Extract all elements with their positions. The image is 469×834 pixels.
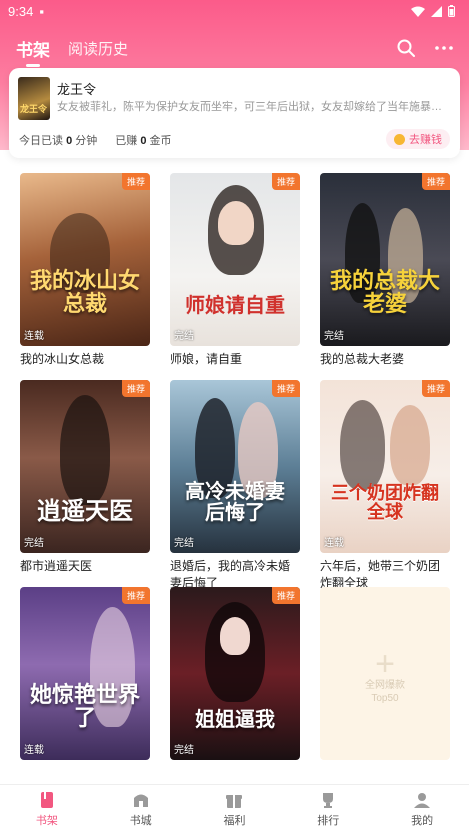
book-status: 连载 — [24, 745, 44, 756]
book-status: 完结 — [174, 331, 194, 342]
earned-coins-stat: 已赚 0 金币 — [115, 135, 172, 147]
cover-title: 我的总裁大老婆 — [329, 267, 440, 317]
cover-title: 逍遥天医 — [37, 495, 133, 525]
tab-bookshelf[interactable]: 书架 — [16, 36, 50, 61]
recommend-badge: 推荐 — [271, 173, 300, 190]
add-card-sublabel: Top50 — [371, 693, 399, 704]
earn-money-button[interactable]: 去赚钱 — [386, 129, 450, 149]
add-book-card[interactable]: + 全网爆款 Top50 — [320, 587, 450, 760]
book-status: 连载 — [24, 331, 44, 342]
nav-welfare[interactable]: 福利 — [188, 785, 282, 834]
book-cover[interactable]: 推荐 我的总裁大老婆 完结 — [320, 173, 450, 346]
bottom-navigation: 书架 书城 福利 排行 我的 — [0, 784, 469, 834]
book-cover[interactable]: 推荐 姐姐逼我 完结 — [170, 587, 300, 760]
cover-title: 三个奶团炸翻全球 — [331, 483, 439, 524]
nav-ranking[interactable]: 排行 — [281, 785, 375, 834]
nav-bookstore[interactable]: 书城 — [94, 785, 188, 834]
gift-icon — [226, 795, 243, 808]
recommend-badge: 推荐 — [121, 587, 150, 604]
sim-icon: ▪ — [39, 3, 44, 19]
book-cover[interactable]: 推荐 三个奶团炸翻全球 连载 — [320, 380, 450, 553]
wifi-icon — [411, 6, 425, 17]
book-title: 我的总裁大老婆 — [320, 352, 405, 366]
recommend-badge: 推荐 — [271, 587, 300, 604]
cover-title: 她惊艳世界了 — [29, 681, 140, 731]
book-status: 完结 — [324, 331, 344, 342]
cover-title: 高冷未婚妻后悔了 — [185, 479, 285, 524]
recommend-badge: 推荐 — [271, 380, 300, 397]
book-item[interactable]: 推荐 三个奶团炸翻全球 连载 六年后，她带三个奶团炸翻全球 — [320, 380, 450, 590]
book-cover[interactable]: 推荐 逍遥天医 完结 — [20, 380, 150, 553]
cover-title: 我的冰山女总裁 — [29, 267, 140, 317]
book-cover[interactable]: 推荐 我的冰山女总裁 连载 — [20, 173, 150, 346]
recommend-badge: 推荐 — [121, 380, 150, 397]
bookshelf-grid: 推荐 我的冰山女总裁 连载 我的冰山女总裁 推荐 师娘请自重 完结 师娘，请自重… — [20, 173, 450, 794]
book-cover[interactable]: 推荐 师娘请自重 完结 — [170, 173, 300, 346]
book-title: 我的冰山女总裁 — [20, 352, 105, 366]
book-title: 都市逍遥天医 — [20, 559, 93, 573]
trophy-icon — [323, 793, 334, 808]
book-cover[interactable]: 推荐 高冷未婚妻后悔了 完结 — [170, 380, 300, 553]
tab-reading-history[interactable]: 阅读历史 — [68, 38, 128, 59]
cover-title: 姐姐逼我 — [195, 707, 275, 731]
top-navigation: 书架 阅读历史 — [0, 30, 469, 66]
book-cover[interactable]: 推荐 她惊艳世界了 连载 — [20, 587, 150, 760]
book-status: 完结 — [174, 745, 194, 756]
signal-icon — [431, 5, 442, 17]
search-icon[interactable] — [397, 39, 415, 57]
battery-icon — [448, 5, 455, 17]
recent-book-cover[interactable]: 龙王令 — [18, 77, 50, 120]
book-title: 师娘，请自重 — [170, 352, 243, 366]
book-item[interactable]: 推荐 我的总裁大老婆 完结 我的总裁大老婆 — [320, 173, 450, 380]
reading-stats: 今日已读 0 分钟 已赚 0 金币 — [19, 132, 172, 148]
more-icon[interactable] — [435, 46, 453, 50]
nav-bookshelf[interactable]: 书架 — [0, 785, 94, 834]
status-time: 9:34 — [8, 3, 34, 19]
add-book-item[interactable]: + 全网爆款 Top50 — [320, 587, 450, 794]
status-bar: 9:34 ▪ — [0, 0, 469, 22]
recommend-badge: 推荐 — [421, 380, 450, 397]
book-status: 完结 — [174, 538, 194, 549]
book-item[interactable]: 推荐 高冷未婚妻后悔了 完结 退婚后，我的高冷未婚妻后悔了 — [170, 380, 300, 590]
recommend-badge: 推荐 — [121, 173, 150, 190]
user-icon — [414, 793, 431, 808]
recent-book-description: 女友被菲礼，陈平为保护女友而坐牢，可三年后出狱，女友却嫁给了当年施暴者.....… — [57, 101, 451, 113]
store-icon — [133, 794, 148, 807]
book-item[interactable]: 推荐 我的冰山女总裁 连载 我的冰山女总裁 — [20, 173, 150, 380]
coin-icon — [394, 133, 405, 145]
nav-profile[interactable]: 我的 — [375, 785, 469, 834]
cover-title: 师娘请自重 — [185, 293, 285, 317]
book-status: 连载 — [324, 538, 344, 549]
recent-book-title: 龙王令 — [57, 82, 97, 97]
recommend-badge: 推荐 — [421, 173, 450, 190]
book-item[interactable]: 推荐 逍遥天医 完结 都市逍遥天医 — [20, 380, 150, 587]
today-read-stat: 今日已读 0 分钟 — [19, 135, 98, 147]
book-item[interactable]: 推荐 姐姐逼我 完结 — [170, 587, 300, 794]
book-item[interactable]: 推荐 她惊艳世界了 连载 — [20, 587, 150, 794]
book-status: 完结 — [24, 538, 44, 549]
book-item[interactable]: 推荐 师娘请自重 完结 师娘，请自重 — [170, 173, 300, 380]
bookshelf-icon — [40, 792, 53, 808]
recent-reading-card[interactable]: 龙王令 龙王令 女友被菲礼，陈平为保护女友而坐牢，可三年后出狱，女友却嫁给了当年… — [9, 68, 460, 158]
add-card-label: 全网爆款 — [365, 680, 405, 691]
